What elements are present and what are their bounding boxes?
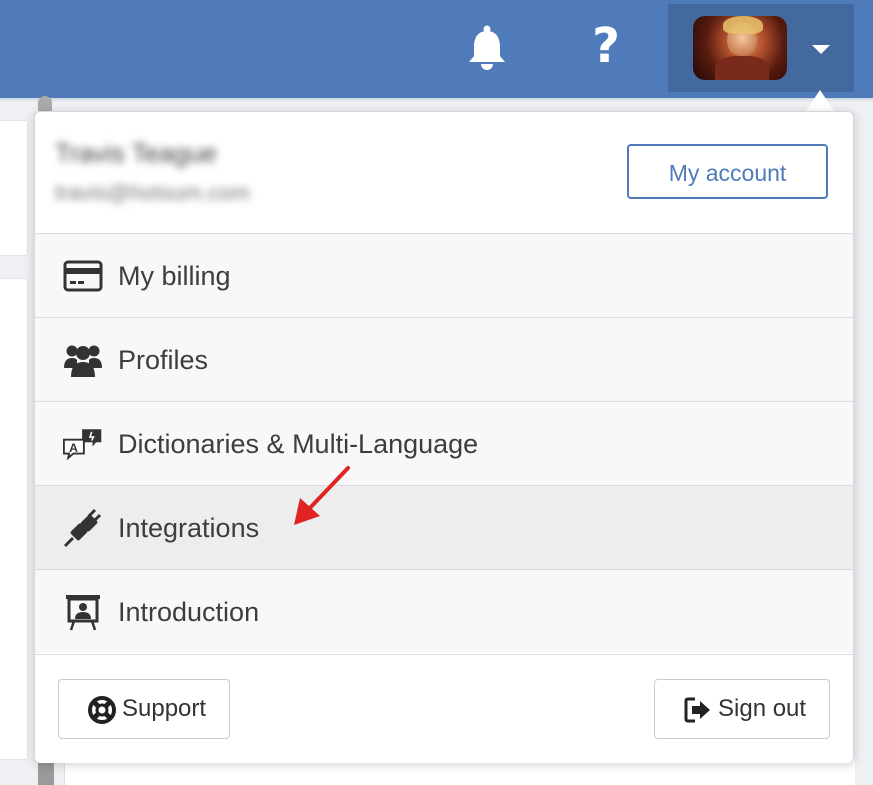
sign-out-icon	[684, 696, 712, 724]
user-menu-trigger[interactable]	[668, 4, 854, 92]
menu-item-label: My billing	[118, 261, 231, 291]
menu-item-label: Integrations	[118, 513, 260, 543]
question-icon[interactable]: ?	[583, 16, 629, 76]
my-account-button[interactable]: My account	[627, 144, 828, 199]
caret-down-icon[interactable]	[812, 45, 830, 54]
user-name: Travis Teague	[55, 138, 217, 168]
plug-icon	[63, 508, 103, 548]
users-icon	[63, 340, 103, 380]
menu-item-label: Introduction	[118, 597, 260, 627]
account-menu: My billing Profiles A Dictionaries & Mul…	[35, 233, 853, 653]
menu-item-introduction[interactable]: Introduction	[35, 569, 853, 653]
dropdown-pointer	[806, 90, 834, 111]
sign-out-button[interactable]: Sign out	[654, 679, 830, 739]
credit-card-icon	[63, 256, 103, 296]
background-card	[0, 278, 28, 760]
user-email: travis@hotsum.com	[55, 180, 250, 205]
menu-item-profiles[interactable]: Profiles	[35, 317, 853, 401]
account-dropdown: Travis Teague travis@hotsum.com My accou…	[34, 111, 854, 763]
bell-icon[interactable]	[466, 25, 508, 71]
presentation-icon	[63, 592, 103, 632]
avatar-hair	[723, 16, 763, 34]
support-button[interactable]: Support	[58, 679, 230, 739]
background-card	[0, 120, 28, 256]
annotation-arrow	[294, 466, 350, 525]
menu-item-label: Profiles	[118, 345, 209, 375]
top-bar-shadow	[0, 98, 873, 102]
top-bar: ?	[0, 0, 873, 98]
svg-text:A: A	[69, 441, 78, 455]
menu-item-my-billing[interactable]: My billing	[35, 233, 853, 317]
account-header: Travis Teague travis@hotsum.com My accou…	[35, 112, 853, 233]
support-label: Support	[122, 695, 207, 722]
sign-out-label: Sign out	[718, 695, 807, 722]
menu-item-integrations[interactable]: Integrations	[35, 485, 853, 569]
avatar-body	[715, 56, 769, 80]
avatar[interactable]	[693, 16, 787, 80]
dropdown-footer: Support Sign out	[35, 654, 853, 763]
language-icon: A	[63, 424, 103, 464]
lifebuoy-icon	[88, 696, 116, 724]
menu-item-dictionaries[interactable]: A Dictionaries & Multi-Language	[35, 401, 853, 485]
